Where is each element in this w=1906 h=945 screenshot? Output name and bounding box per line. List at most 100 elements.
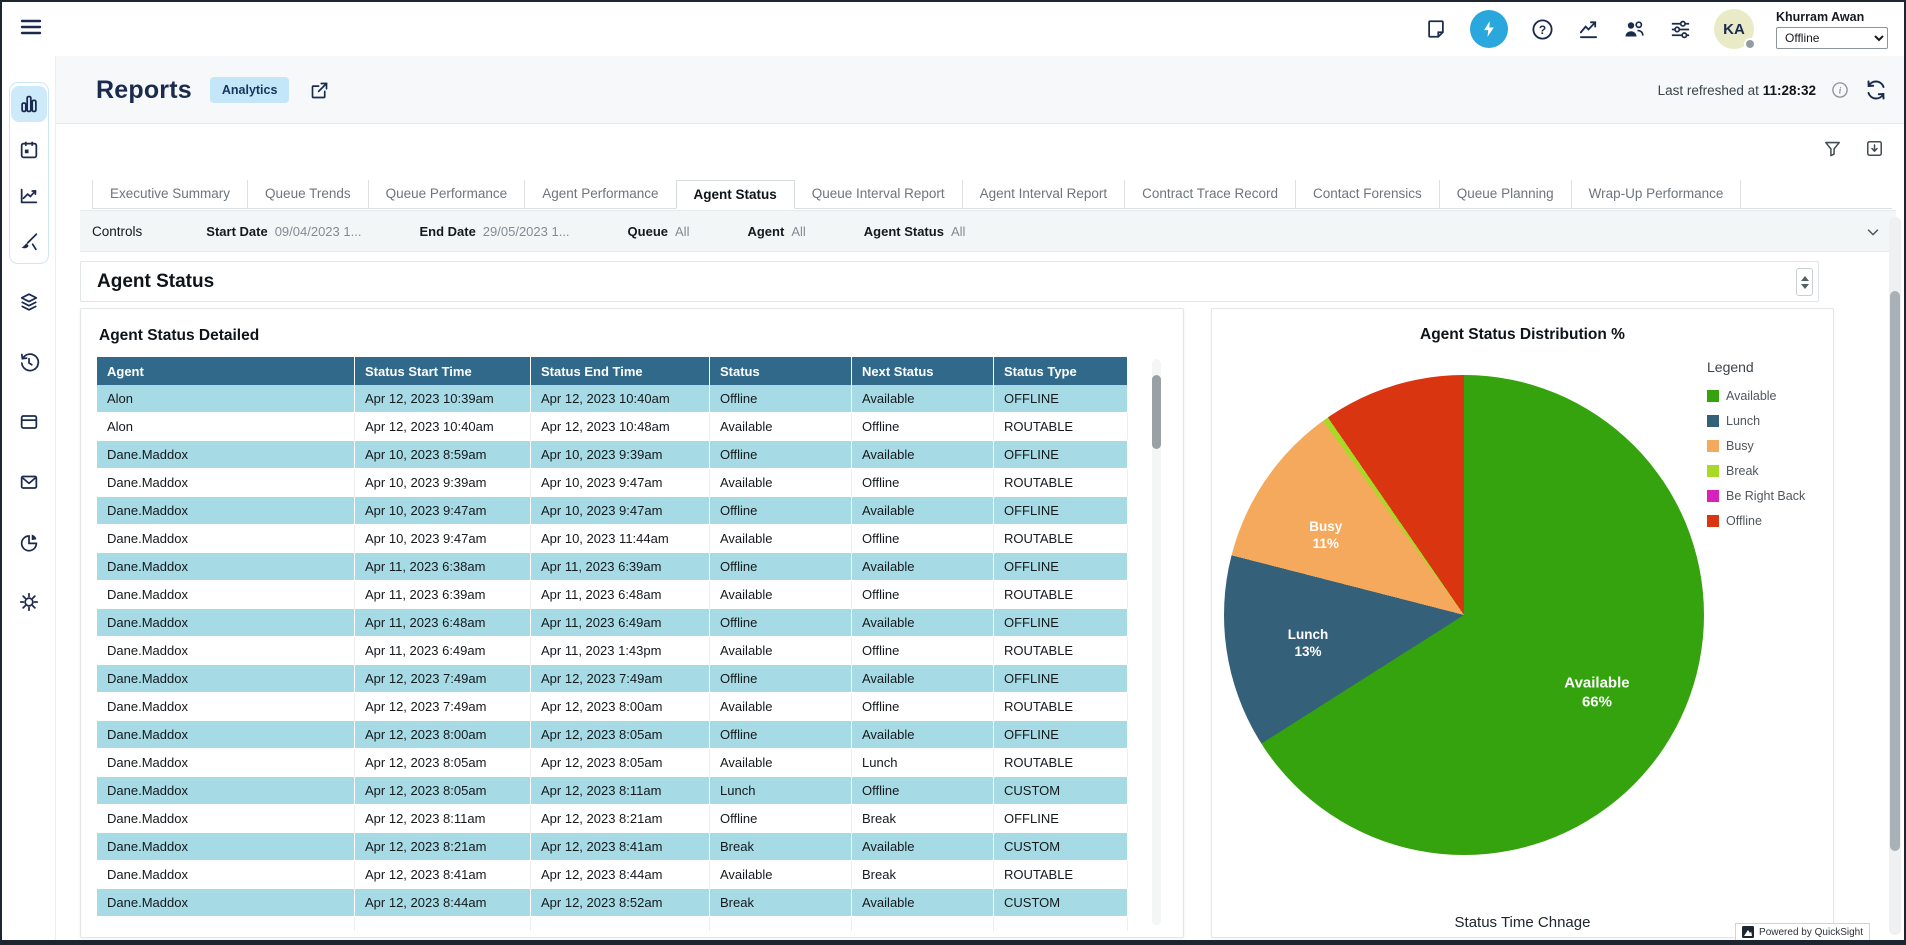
users-icon[interactable] bbox=[1622, 17, 1646, 41]
tab-executive-summary[interactable]: Executive Summary bbox=[92, 180, 247, 208]
control-label: Agent Status bbox=[864, 224, 944, 239]
flash-icon[interactable] bbox=[1470, 10, 1508, 48]
table-cell: ROUTABLE bbox=[994, 861, 1128, 889]
table-cell: Available bbox=[710, 469, 852, 497]
control-queue[interactable]: QueueAll bbox=[628, 224, 690, 239]
filter-icon[interactable] bbox=[1822, 138, 1842, 158]
tab-contract-trace-record[interactable]: Contract Trace Record bbox=[1124, 180, 1295, 208]
page-scrollbar-thumb[interactable] bbox=[1890, 291, 1900, 851]
legend-item-be-right-back[interactable]: Be Right Back bbox=[1707, 489, 1817, 503]
table-row[interactable]: Dane.MaddoxApr 11, 2023 6:38amApr 11, 20… bbox=[97, 553, 1128, 581]
table-row[interactable]: Dane.MaddoxApr 12, 2023 8:44amApr 12, 20… bbox=[97, 889, 1128, 917]
sidebar-item-reports[interactable] bbox=[11, 86, 47, 122]
legend-item-available[interactable]: Available bbox=[1707, 389, 1817, 403]
analytics-badge[interactable]: Analytics bbox=[210, 77, 290, 103]
table-row[interactable]: Dane.MaddoxApr 10, 2023 8:59amApr 10, 20… bbox=[97, 441, 1128, 469]
table-row[interactable]: Dane.MaddoxApr 12, 2023 8:05amApr 12, 20… bbox=[97, 777, 1128, 805]
control-start-date[interactable]: Start Date09/04/2023 1... bbox=[206, 224, 361, 239]
controls-label: Controls bbox=[92, 224, 142, 239]
pie-chart[interactable]: Busy11% Lunch13% Available66% bbox=[1224, 375, 1704, 855]
table-row[interactable]: AlonApr 12, 2023 10:40amApr 12, 2023 10:… bbox=[97, 413, 1128, 441]
left-sidebar bbox=[2, 56, 56, 940]
sidebar-item-metrics[interactable] bbox=[11, 178, 47, 214]
help-icon[interactable]: ? bbox=[1530, 17, 1554, 41]
tab-agent-interval-report[interactable]: Agent Interval Report bbox=[962, 180, 1125, 208]
table-row[interactable]: Dane.MaddoxApr 10, 2023 9:39amApr 10, 20… bbox=[97, 469, 1128, 497]
agent-status-select[interactable]: Offline bbox=[1776, 27, 1888, 49]
table-row[interactable]: Dane.MaddoxApr 10, 2023 9:47amApr 10, 20… bbox=[97, 497, 1128, 525]
line-chart-icon[interactable] bbox=[1576, 17, 1600, 41]
table-cell: Apr 10, 2023 11:44am bbox=[531, 525, 710, 553]
table-row[interactable]: Dane.MaddoxApr 12, 2023 8:21amApr 12, 20… bbox=[97, 833, 1128, 861]
column-header-status-type[interactable]: Status Type bbox=[994, 357, 1128, 385]
column-header-status-start-time[interactable]: Status Start Time bbox=[355, 357, 531, 385]
table-row[interactable]: Dane.MaddoxApr 12, 2023 8:11amApr 12, 20… bbox=[97, 805, 1128, 833]
table-row[interactable]: Dane.MaddoxApr 12, 2023 7:49amApr 12, 20… bbox=[97, 665, 1128, 693]
tab-queue-planning[interactable]: Queue Planning bbox=[1439, 180, 1571, 208]
column-header-agent[interactable]: Agent bbox=[97, 357, 355, 385]
top-bar: ? KA bbox=[2, 2, 1904, 56]
layers-icon bbox=[18, 291, 40, 313]
sidebar-item-mail[interactable] bbox=[11, 464, 47, 500]
tab-queue-performance[interactable]: Queue Performance bbox=[368, 180, 525, 208]
tab-queue-interval-report[interactable]: Queue Interval Report bbox=[795, 180, 962, 208]
chevron-down-icon[interactable] bbox=[1864, 223, 1882, 246]
column-header-next-status[interactable]: Next Status bbox=[852, 357, 994, 385]
table-cell: Available bbox=[852, 497, 994, 525]
hamburger-menu-icon[interactable] bbox=[18, 14, 44, 40]
column-header-status-end-time[interactable]: Status End Time bbox=[531, 357, 710, 385]
legend-item-lunch[interactable]: Lunch bbox=[1707, 414, 1817, 428]
tab-agent-status[interactable]: Agent Status bbox=[676, 180, 795, 209]
table-cell: Offline bbox=[710, 665, 852, 693]
sidebar-item-pie-reports[interactable] bbox=[11, 524, 47, 560]
table-row[interactable]: Dane.MaddoxApr 12, 2023 8:00amApr 12, 20… bbox=[97, 721, 1128, 749]
download-icon[interactable] bbox=[1864, 138, 1884, 158]
legend-item-break[interactable]: Break bbox=[1707, 464, 1817, 478]
table-row[interactable]: Dane.MaddoxApr 12, 2023 7:49amApr 12, 20… bbox=[97, 693, 1128, 721]
table-cell: Dane.Maddox bbox=[97, 553, 355, 581]
gear-icon bbox=[18, 591, 40, 613]
sidebar-item-settings[interactable] bbox=[11, 584, 47, 620]
tab-contact-forensics[interactable]: Contact Forensics bbox=[1295, 180, 1439, 208]
sidebar-item-history[interactable] bbox=[11, 344, 47, 380]
tab-wrap-up-performance[interactable]: Wrap-Up Performance bbox=[1571, 180, 1742, 208]
tab-queue-trends[interactable]: Queue Trends bbox=[247, 180, 368, 208]
table-row[interactable]: Dane.MaddoxApr 10, 2023 9:47amApr 10, 20… bbox=[97, 525, 1128, 553]
legend-item-busy[interactable]: Busy bbox=[1707, 439, 1817, 453]
page-scrollbar[interactable] bbox=[1889, 217, 1901, 935]
tab-agent-performance[interactable]: Agent Performance bbox=[524, 180, 675, 208]
sidebar-item-designer[interactable] bbox=[11, 224, 47, 260]
external-link-icon[interactable] bbox=[307, 78, 331, 102]
legend-swatch bbox=[1707, 415, 1719, 427]
table-row[interactable]: Dane.MaddoxApr 11, 2023 6:48amApr 11, 20… bbox=[97, 609, 1128, 637]
control-end-date[interactable]: End Date29/05/2023 1... bbox=[419, 224, 569, 239]
table-row[interactable]: Dane.MaddoxApr 12, 2023 8:41amApr 12, 20… bbox=[97, 861, 1128, 889]
refresh-icon[interactable] bbox=[1864, 78, 1888, 102]
table-cell: Available bbox=[710, 861, 852, 889]
table-scrollbar-thumb[interactable] bbox=[1152, 375, 1161, 449]
document-icon[interactable] bbox=[1424, 17, 1448, 41]
sliders-icon[interactable] bbox=[1668, 17, 1692, 41]
sidebar-item-app-window[interactable] bbox=[11, 404, 47, 440]
table-cell: Dane.Maddox bbox=[97, 441, 355, 469]
table-scrollbar[interactable] bbox=[1152, 359, 1161, 925]
pie-chart-icon bbox=[18, 531, 40, 553]
table-cell: Apr 11, 2023 6:48am bbox=[531, 581, 710, 609]
table-cell: Dane.Maddox bbox=[97, 805, 355, 833]
column-header-status[interactable]: Status bbox=[710, 357, 852, 385]
info-icon[interactable]: i bbox=[1828, 78, 1852, 102]
table-row[interactable]: Dane.MaddoxApr 11, 2023 6:39amApr 11, 20… bbox=[97, 581, 1128, 609]
table-row[interactable]: Dane.MaddoxApr 12, 2023 8:05amApr 12, 20… bbox=[97, 749, 1128, 777]
control-agent-status[interactable]: Agent StatusAll bbox=[864, 224, 966, 239]
history-icon bbox=[18, 351, 40, 373]
table-cell: Available bbox=[852, 385, 994, 413]
sidebar-item-layers[interactable] bbox=[11, 284, 47, 320]
legend-item-offline[interactable]: Offline bbox=[1707, 514, 1817, 528]
table-cell: Dane.Maddox bbox=[97, 749, 355, 777]
table-row[interactable]: Dane.MaddoxApr 11, 2023 6:49amApr 11, 20… bbox=[97, 637, 1128, 665]
control-agent[interactable]: AgentAll bbox=[747, 224, 805, 239]
table-cell: Dane.Maddox bbox=[97, 609, 355, 637]
sheet-stepper[interactable] bbox=[1796, 268, 1813, 296]
table-row[interactable]: AlonApr 12, 2023 10:39amApr 12, 2023 10:… bbox=[97, 385, 1128, 413]
sidebar-item-schedule[interactable] bbox=[11, 132, 47, 168]
